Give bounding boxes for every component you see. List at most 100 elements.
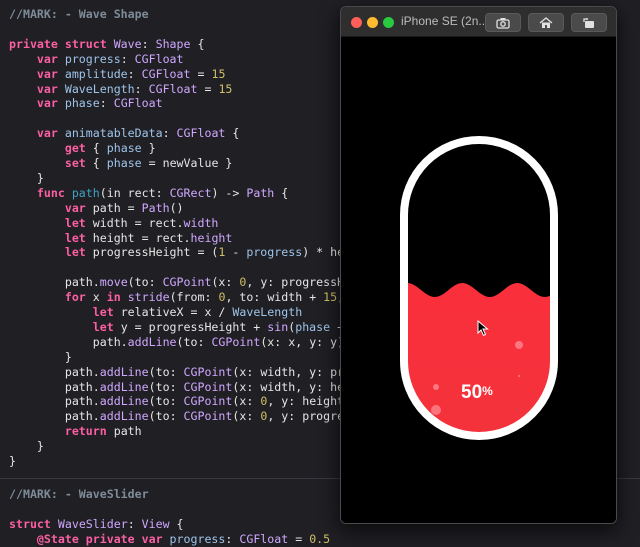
code-token: (from: — [169, 290, 219, 305]
code-token: : — [225, 531, 240, 546]
simulator-title: iPhone SE (2n... — [401, 14, 489, 28]
minimize-window-button[interactable] — [367, 17, 378, 28]
code-token: path — [113, 424, 142, 439]
screenshot-button[interactable] — [485, 13, 521, 32]
code-line: private struct Wave: Shape { — [9, 37, 204, 52]
code-token: phase — [295, 319, 331, 334]
code-line: var amplitude: CGFloat = 15 — [9, 66, 226, 82]
code-token: CGFloat — [134, 51, 184, 66]
code-token: @State private var — [36, 531, 170, 546]
code-token: (to: — [148, 379, 184, 394]
zoom-window-button[interactable] — [383, 17, 394, 28]
code-token: phase — [106, 156, 142, 170]
code-token: phase — [64, 96, 100, 111]
code-line: var path = Path() — [9, 201, 184, 216]
code-token: sin — [267, 319, 289, 334]
code-token: (in rect: — [99, 185, 170, 200]
mouse-pointer-icon — [477, 320, 489, 337]
code-token: WaveLength — [64, 81, 135, 96]
bubble — [515, 341, 523, 349]
code-token: CGFloat — [141, 66, 191, 81]
code-token: , to: width + — [225, 290, 324, 305]
code-token: func — [36, 185, 72, 200]
code-token: { — [274, 185, 289, 200]
bubble — [431, 405, 441, 415]
code-line: var phase: CGFloat — [9, 96, 163, 111]
code-token: progress — [169, 531, 226, 546]
code-token: View — [141, 516, 170, 531]
code-token: let — [64, 215, 93, 230]
code-token: animatableData — [64, 126, 163, 141]
code-token: in — [106, 290, 128, 305]
home-button[interactable] — [528, 13, 564, 32]
code-line: struct WaveSlider: View { — [9, 517, 184, 532]
code-token: WaveSlider — [57, 516, 128, 531]
bubble — [433, 384, 439, 390]
code-token: } — [9, 170, 44, 185]
code-line: //MARK: - Wave Shape — [9, 7, 149, 22]
camera-icon — [496, 17, 510, 29]
close-window-button[interactable] — [351, 17, 362, 28]
code-token: var — [36, 51, 65, 66]
code-token: 15 — [218, 81, 233, 96]
home-icon — [539, 16, 553, 28]
code-token: : — [141, 36, 156, 51]
code-token: (x: width, y: pro — [232, 364, 352, 379]
code-token: (x: — [232, 409, 261, 424]
code-line: } — [9, 350, 72, 365]
rotate-button[interactable] — [571, 13, 607, 32]
code-line: get { phase } — [9, 141, 156, 156]
code-token: (to: — [176, 334, 212, 349]
code-token: width = rect. — [92, 215, 184, 230]
code-token: y = progressHeight + — [120, 319, 268, 334]
code-line: path.addLine(to: CGPoint(x: 0, y: height… — [9, 394, 351, 409]
code-token: get — [64, 141, 86, 156]
code-token: = newValue } — [141, 156, 233, 170]
code-line: func path(in rect: CGRect) -> Path { — [9, 186, 288, 201]
code-token: 0.5 — [309, 531, 331, 546]
code-line: for x in stride(from: 0, to: width + 15, — [9, 290, 344, 305]
code-token: { — [169, 516, 184, 531]
code-token: progress — [64, 51, 121, 66]
code-token: var — [36, 96, 65, 111]
wave-slider[interactable] — [341, 37, 616, 523]
code-token: var — [36, 126, 65, 141]
code-token: (x: — [211, 275, 240, 290]
code-token: path. — [9, 394, 100, 409]
code-token: path. — [9, 334, 128, 349]
code-token: for — [64, 290, 93, 305]
progress-label: 50% — [461, 382, 493, 404]
code-token: (to: — [148, 394, 184, 409]
code-line: var WaveLength: CGFloat = 15 — [9, 81, 233, 97]
code-token: addLine — [99, 364, 149, 379]
code-token: CGFloat — [113, 96, 163, 111]
code-token: , y: progressHe — [246, 275, 352, 290]
code-token: () — [169, 200, 184, 215]
code-token: let — [64, 245, 93, 260]
code-token: Shape — [155, 36, 191, 51]
code-token: 15 — [211, 66, 226, 81]
code-token: } — [9, 454, 16, 468]
simulator-titlebar[interactable]: iPhone SE (2n... — [341, 7, 616, 37]
code-line: path.addLine(to: CGPoint(x: width, y: he… — [9, 380, 351, 395]
code-line: path.addLine(to: CGPoint(x: x, y: y)) — [9, 335, 351, 350]
code-token: width — [183, 215, 219, 230]
code-token: path = — [92, 200, 142, 215]
code-line: let progressHeight = (1 - progress) * he… — [9, 245, 351, 260]
code-token: path. — [9, 364, 100, 379]
code-token: move — [99, 275, 128, 290]
code-token: CGPoint — [183, 379, 233, 394]
code-token: x — [92, 290, 107, 305]
code-token: CGFloat — [148, 81, 198, 96]
code-line: @State private var progress: CGFloat = 0… — [9, 532, 330, 547]
